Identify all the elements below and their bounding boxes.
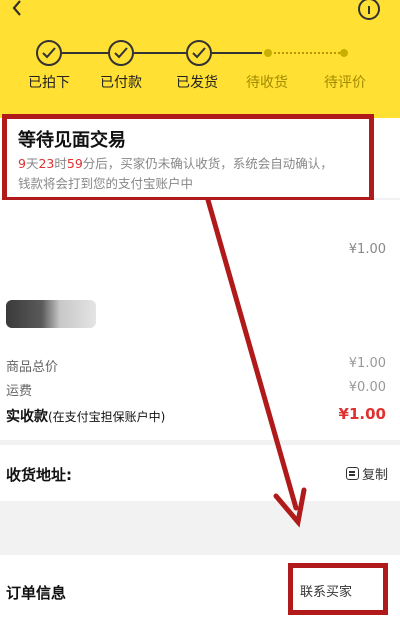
step-label-to-review: 待评价: [324, 75, 366, 91]
step-label-ordered: 已拍下: [28, 75, 70, 91]
step-pending-dot-icon: [264, 49, 272, 57]
paid-amount-value: ¥1.00: [338, 405, 386, 423]
order-info-label: 订单信息: [6, 584, 67, 602]
step-pending-dot-icon: [340, 49, 348, 57]
step-label-shipped: 已发货: [176, 75, 218, 91]
progress-connector-pending: [270, 52, 340, 54]
step-label-to-receive: 待收货: [246, 75, 288, 91]
copy-icon: [345, 467, 359, 480]
item-price: ¥1.00: [348, 242, 386, 257]
shipping-label: 运费: [6, 384, 33, 399]
step-done-check-icon: [36, 40, 62, 66]
goods-total-label: 商品总价: [6, 360, 59, 375]
annotation-highlight-box: [2, 114, 374, 202]
step-done-check-icon: [186, 40, 212, 66]
progress-connector: [134, 52, 186, 54]
progress-connector: [62, 52, 108, 54]
copy-address-button[interactable]: 复制: [345, 464, 388, 483]
step-label-paid: 已付款: [100, 75, 142, 91]
back-arrow-icon[interactable]: [8, 0, 28, 16]
goods-total-value: ¥1.00: [348, 356, 386, 371]
paid-amount-label: 实收款(在支付宝担保账户中): [6, 409, 166, 425]
address-label: 收货地址:: [6, 466, 72, 484]
shipping-value: ¥0.00: [348, 380, 386, 395]
item-thumbnail[interactable]: [6, 300, 96, 328]
step-done-check-icon: [108, 40, 134, 66]
progress-connector: [212, 52, 262, 54]
annotation-highlight-box: [288, 563, 388, 615]
